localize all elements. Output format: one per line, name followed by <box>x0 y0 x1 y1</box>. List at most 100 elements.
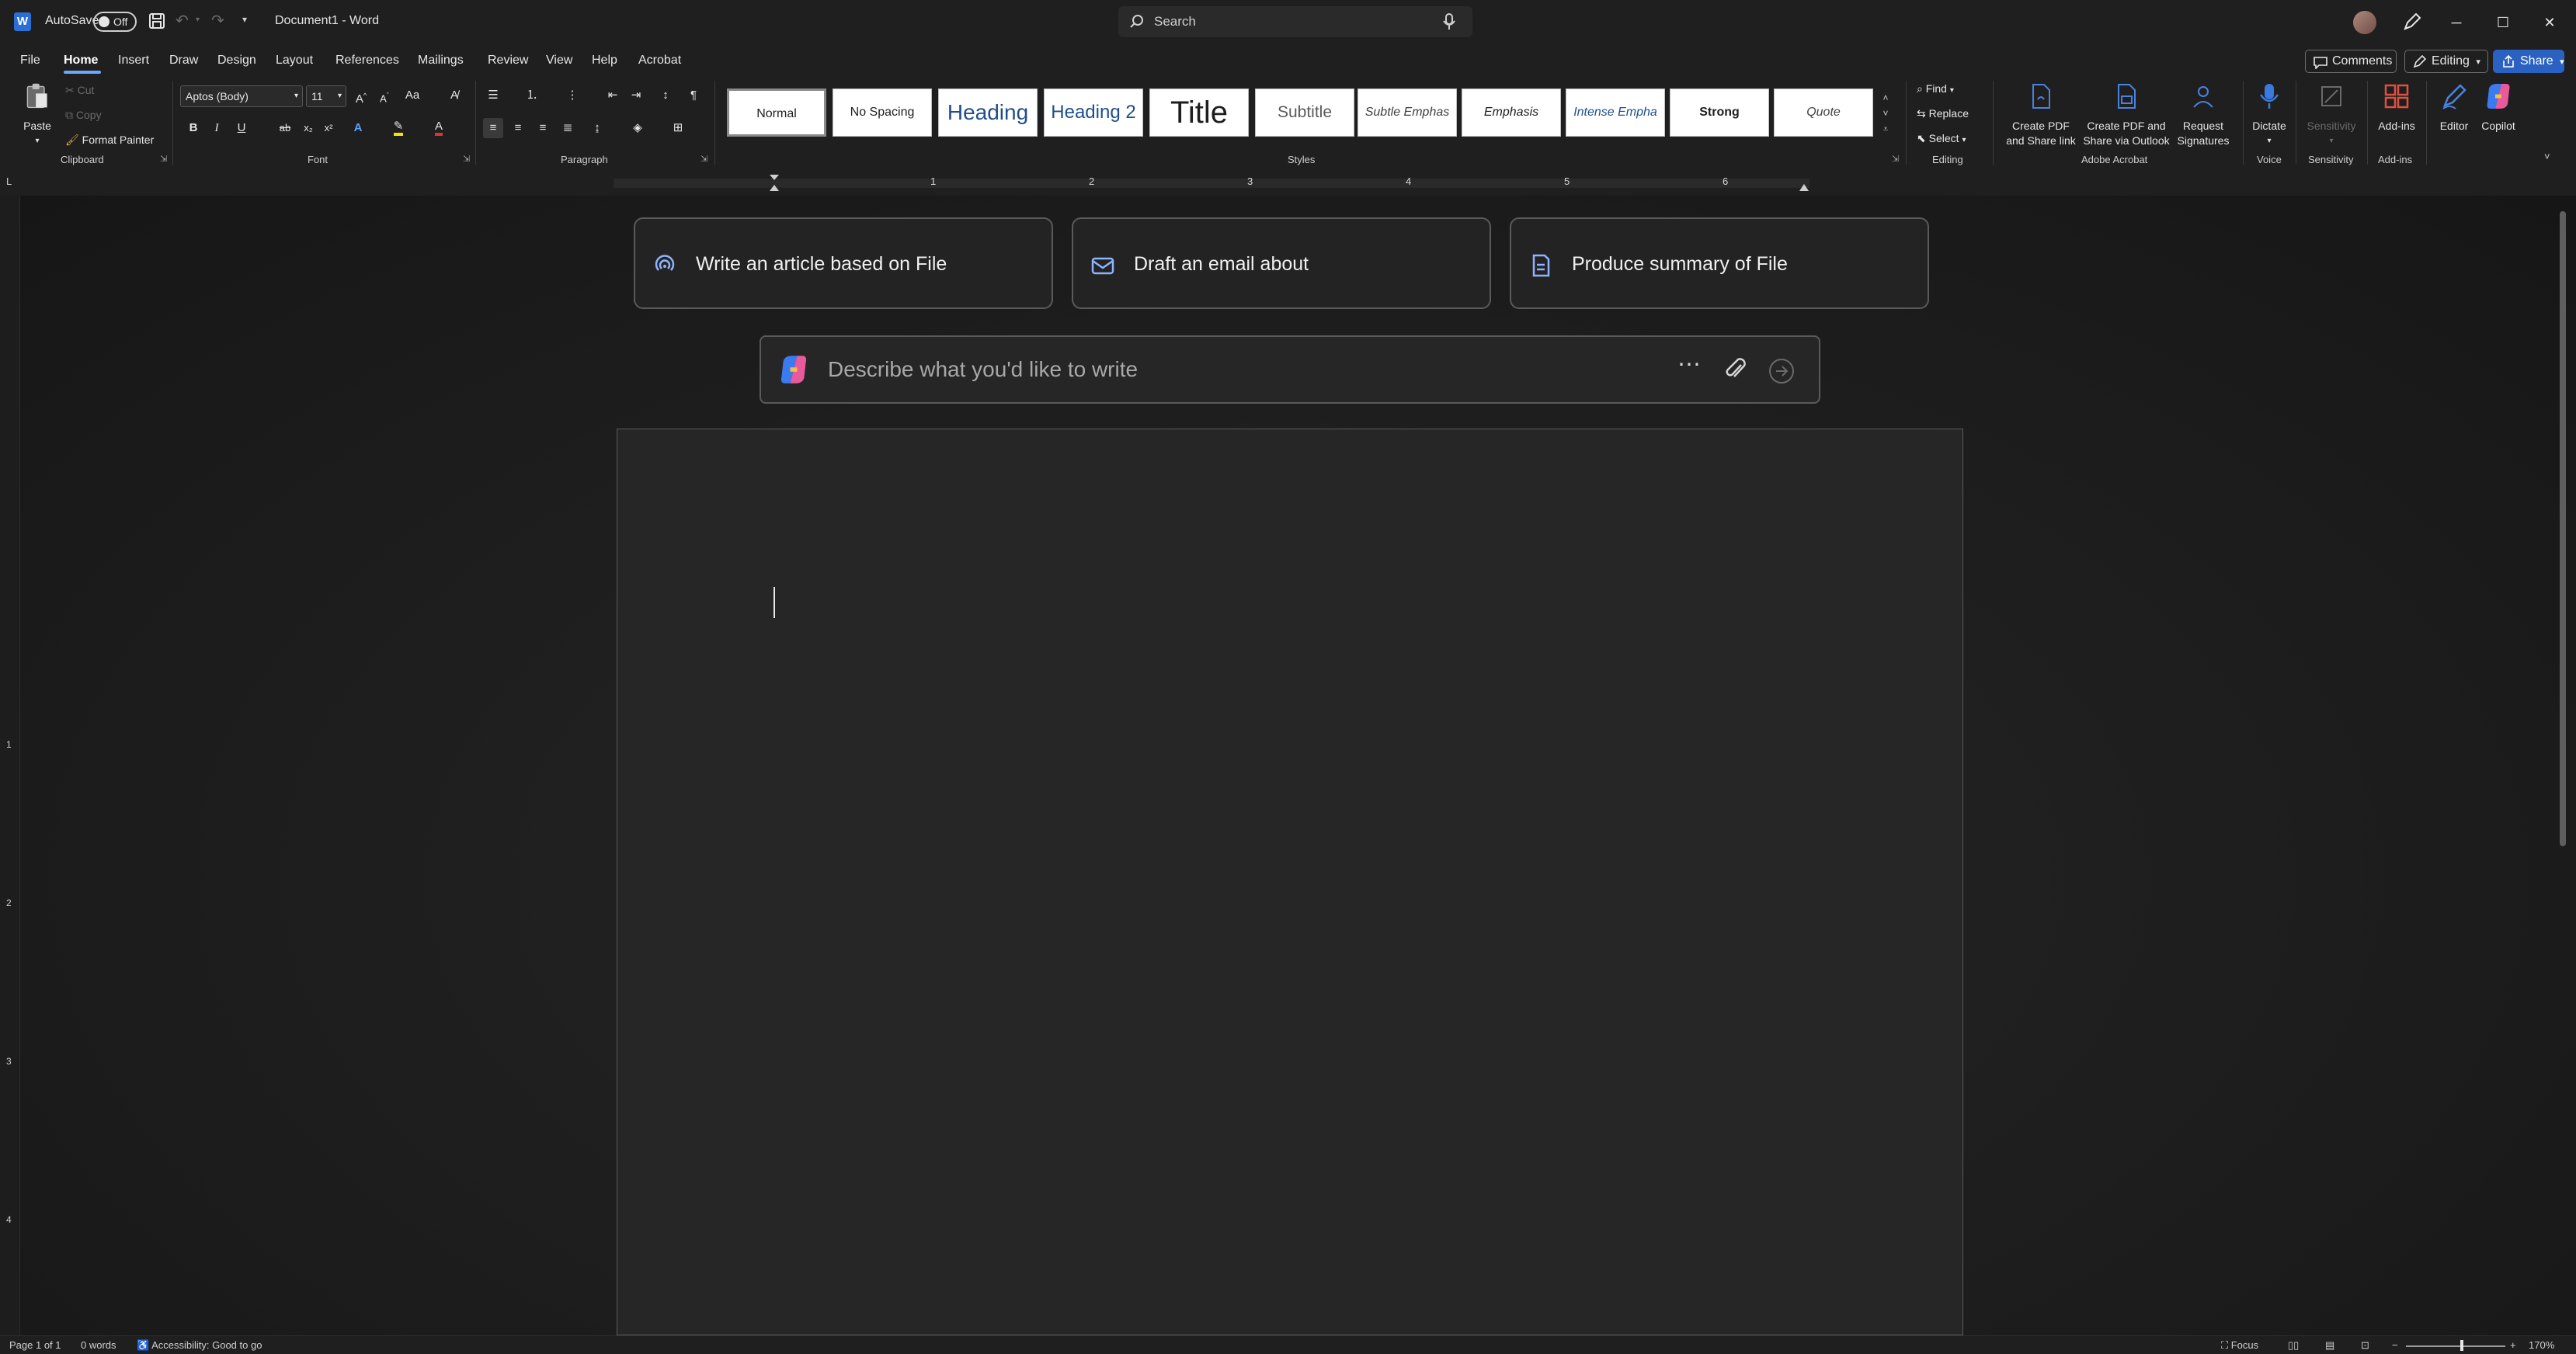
chevron-up-icon[interactable]: ˄ <box>1878 90 1893 106</box>
tab-mailings[interactable]: Mailings <box>418 48 464 73</box>
customize-toolbar-icon[interactable]: ▾ <box>242 14 247 25</box>
pen-icon[interactable] <box>2401 11 2423 36</box>
justify-icon[interactable]: ≣ <box>558 118 578 138</box>
search-box[interactable]: Search <box>1118 6 1472 37</box>
font-size-field[interactable]: 11 ▾ <box>306 85 346 107</box>
tab-layout[interactable]: Layout <box>276 48 313 73</box>
create-pdf-share-link-button[interactable]: Create PDF and Share link <box>2002 82 2080 148</box>
multilevel-list-icon[interactable]: ⋮ <box>562 85 582 106</box>
print-layout-icon[interactable]: ▤ <box>2325 1339 2334 1352</box>
copilot-suggestion-article[interactable]: Write an article based on File <box>634 217 1053 309</box>
close-icon[interactable]: ✕ <box>2532 8 2567 37</box>
tab-home[interactable]: Home <box>64 48 98 73</box>
save-icon[interactable] <box>148 11 166 31</box>
page-count[interactable]: Page 1 of 1 <box>9 1339 61 1351</box>
sensitivity-button[interactable]: Sensitivity ▾ <box>2300 82 2362 148</box>
copy-button[interactable]: ⧉ Copy <box>65 109 102 122</box>
style-strong[interactable]: Strong <box>1670 89 1769 137</box>
tab-design[interactable]: Design <box>217 48 256 73</box>
maximize-icon[interactable]: ☐ <box>2485 8 2521 37</box>
microphone-icon[interactable] <box>1443 13 1455 33</box>
bullets-icon[interactable]: ☰ <box>483 85 503 106</box>
copilot-prompt-input[interactable]: Describe what you'd like to write <box>828 357 1138 382</box>
dialog-launcher-icon[interactable]: ⇲ <box>160 154 167 164</box>
text-effects-icon[interactable]: A <box>348 118 368 138</box>
line-spacing-icon[interactable]: ↨ <box>587 118 607 138</box>
zoom-in-icon[interactable]: + <box>2510 1339 2516 1351</box>
copilot-suggestion-summary[interactable]: Produce summary of File <box>1510 217 1929 309</box>
dialog-launcher-icon[interactable]: ⇲ <box>1892 154 1899 164</box>
style-subtitle[interactable]: Subtitle <box>1255 89 1354 137</box>
copilot-suggestion-email[interactable]: Draft an email about <box>1072 217 1491 309</box>
copilot-prompt-bar[interactable]: Describe what you'd like to write ⋯ <box>760 335 1820 404</box>
italic-icon[interactable]: I <box>207 118 227 138</box>
subscript-icon[interactable]: x₂ <box>298 118 318 138</box>
minimize-icon[interactable]: ─ <box>2439 8 2474 37</box>
user-avatar[interactable] <box>2353 11 2376 34</box>
shading-icon[interactable]: ◈ <box>627 118 648 138</box>
style-title[interactable]: Title <box>1149 89 1249 137</box>
highlight-icon[interactable]: ✎ <box>388 116 408 137</box>
style-subtle-emphasis[interactable]: Subtle Emphas <box>1358 89 1457 137</box>
create-pdf-outlook-button[interactable]: Create PDF and Share via Outlook <box>2078 82 2174 148</box>
undo-icon[interactable]: ↶ <box>176 11 189 30</box>
style-heading[interactable]: Heading <box>938 89 1038 137</box>
sort-icon[interactable]: ↕ <box>655 85 676 106</box>
tab-selector-icon[interactable]: L <box>6 175 12 187</box>
style-quote[interactable]: Quote <box>1774 89 1873 137</box>
tab-references[interactable]: References <box>335 48 399 73</box>
change-case-icon[interactable]: Aa <box>402 85 422 106</box>
copilot-button[interactable]: Copilot <box>2474 82 2522 134</box>
format-painter-button[interactable]: 🖌 Format Painter <box>65 134 154 147</box>
attach-icon[interactable] <box>1724 356 1747 387</box>
editor-button[interactable]: Editor <box>2432 82 2476 134</box>
more-styles-icon[interactable]: ⩡ <box>1878 121 1893 137</box>
zoom-slider-handle[interactable] <box>2460 1340 2463 1351</box>
style-heading-2[interactable]: Heading 2 <box>1044 89 1143 137</box>
font-name-field[interactable]: Aptos (Body) ▾ <box>180 85 303 107</box>
document-page[interactable] <box>617 429 1963 1335</box>
underline-icon[interactable]: U <box>231 118 252 138</box>
align-left-icon[interactable]: ≡ <box>483 118 503 138</box>
bold-icon[interactable]: B <box>183 118 203 138</box>
share-button[interactable]: Share ▾ <box>2493 50 2564 73</box>
style-intense-emphasis[interactable]: Intense Empha <box>1566 89 1665 137</box>
editing-mode-button[interactable]: Editing ▾ <box>2404 50 2488 73</box>
align-right-icon[interactable]: ≡ <box>533 118 553 138</box>
collapse-ribbon-icon[interactable]: ˅ <box>2544 151 2550 162</box>
send-icon[interactable] <box>1768 357 1796 388</box>
align-center-icon[interactable]: ≡ <box>508 118 528 138</box>
strikethrough-icon[interactable]: ab <box>275 118 295 138</box>
zoom-out-icon[interactable]: − <box>2392 1339 2398 1351</box>
focus-button[interactable]: ⛶ Focus <box>2221 1339 2258 1352</box>
tab-file[interactable]: File <box>20 48 40 73</box>
shrink-font-icon[interactable]: Aˇ <box>374 85 395 106</box>
right-indent-marker-icon[interactable] <box>1799 182 1809 191</box>
read-mode-icon[interactable]: ▯▯ <box>2288 1339 2299 1352</box>
tab-acrobat[interactable]: Acrobat <box>638 48 681 73</box>
indent-marker-icon[interactable] <box>769 174 780 193</box>
styles-scroll-control[interactable]: ˄ ˅ ⩡ <box>1878 90 1893 137</box>
show-formatting-marks-icon[interactable]: ¶ <box>683 85 704 106</box>
paste-button[interactable]: Paste ▾ <box>17 82 57 148</box>
superscript-icon[interactable]: x² <box>318 118 339 138</box>
redo-icon[interactable]: ↷ <box>211 11 224 30</box>
more-options-icon[interactable]: ⋯ <box>1677 351 1701 378</box>
style-normal[interactable]: Normal <box>727 89 826 137</box>
increase-indent-icon[interactable]: ⇥ <box>626 85 646 106</box>
tab-review[interactable]: Review <box>488 48 528 73</box>
comments-button[interactable]: Comments <box>2305 50 2397 73</box>
chevron-down-icon[interactable]: ˅ <box>1878 106 1893 121</box>
vertical-scrollbar[interactable] <box>2560 211 2566 846</box>
zoom-slider[interactable] <box>2406 1345 2505 1347</box>
web-layout-icon[interactable]: ⊡ <box>2361 1339 2369 1352</box>
zoom-level[interactable]: 170% <box>2529 1339 2554 1351</box>
borders-icon[interactable]: ⊞ <box>668 118 688 138</box>
accessibility-status[interactable]: ♿ Accessibility: Good to go <box>137 1339 262 1352</box>
tab-insert[interactable]: Insert <box>118 48 149 73</box>
add-ins-button[interactable]: Add-ins <box>2372 82 2421 134</box>
dialog-launcher-icon[interactable]: ⇲ <box>700 154 707 164</box>
request-signatures-button[interactable]: Request Signatures <box>2171 82 2235 148</box>
find-button[interactable]: ⌕ Find ▾ <box>1917 82 1954 95</box>
autosave-toggle[interactable]: Off <box>93 12 137 32</box>
